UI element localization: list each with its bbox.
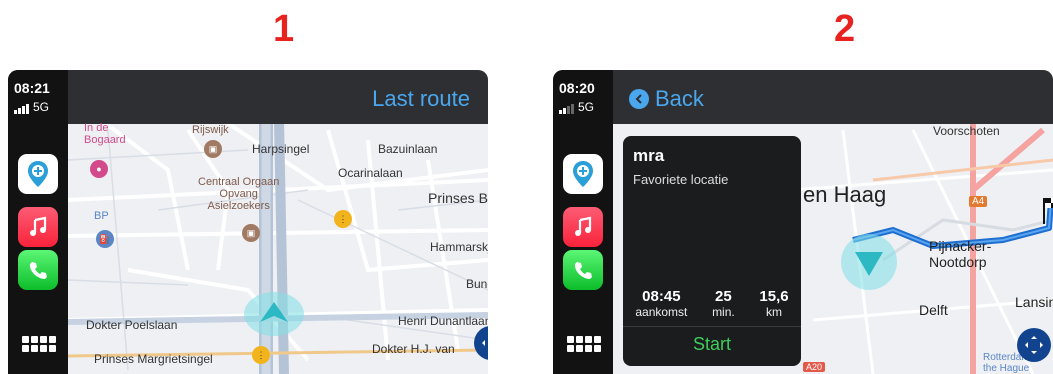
last-route-button[interactable]: Last route bbox=[372, 86, 470, 112]
phone-app-button[interactable] bbox=[563, 250, 603, 290]
map-pin-icon bbox=[28, 161, 48, 187]
map-label: BP bbox=[94, 210, 109, 222]
map-view[interactable]: Voorschoten en Haag A4 Pijnacker- Nootdo… bbox=[613, 70, 1053, 374]
destination-card: mra Favoriete locatie 08:45 aankomst 25 … bbox=[623, 136, 801, 366]
music-app-button[interactable] bbox=[563, 207, 603, 247]
map-label: en Haag bbox=[803, 182, 887, 207]
status-time: 08:20 bbox=[559, 80, 595, 96]
chevron-left-icon bbox=[629, 89, 649, 109]
duration-stat: 25 min. bbox=[712, 288, 735, 319]
stat-value: 08:45 bbox=[642, 288, 681, 305]
card-divider bbox=[623, 326, 801, 327]
status-signal: 5G bbox=[559, 100, 594, 114]
map-label: Centraal Orgaan Opvang Asielzoekers bbox=[198, 176, 280, 212]
map-label: Prinses Be bbox=[428, 190, 488, 206]
stat-unit: km bbox=[766, 305, 783, 319]
panel-number-2: 2 bbox=[834, 8, 856, 50]
music-note-icon bbox=[30, 216, 47, 236]
map-pin-icon bbox=[573, 161, 593, 187]
network-type: 5G bbox=[33, 100, 50, 114]
maps-app-button[interactable] bbox=[18, 154, 58, 194]
distance-stat: 15,6 km bbox=[759, 288, 788, 319]
signal-bars-icon bbox=[559, 104, 574, 114]
stat-value: 15,6 bbox=[759, 288, 789, 305]
back-button[interactable]: Back bbox=[629, 86, 704, 112]
app-grid-button[interactable] bbox=[22, 336, 56, 352]
map-label: Delft bbox=[919, 302, 948, 318]
map-label: Ocarinalaan bbox=[338, 166, 403, 180]
shop-poi-icon[interactable]: ● bbox=[90, 160, 108, 178]
phone-icon bbox=[574, 262, 592, 279]
signal-bars-icon bbox=[14, 104, 29, 114]
destination-name: mra bbox=[633, 146, 665, 165]
network-type: 5G bbox=[578, 100, 595, 114]
stat-unit: min. bbox=[712, 305, 735, 319]
phone-icon bbox=[29, 262, 47, 279]
trip-stats: 08:45 aankomst 25 min. 15,6 km bbox=[623, 288, 801, 319]
panel-number-1: 1 bbox=[273, 8, 295, 50]
music-app-button[interactable] bbox=[18, 207, 58, 247]
destination-subtitle: Favoriete locatie bbox=[633, 172, 729, 187]
stat-unit: aankomst bbox=[635, 305, 688, 319]
map-label: Prinses Margrietsingel bbox=[94, 352, 213, 366]
highway-badge: A4 bbox=[969, 196, 988, 207]
top-bar: Back bbox=[613, 70, 1053, 124]
map-label: Henri Dunantlaan bbox=[398, 314, 488, 328]
building-poi-icon[interactable]: ▣ bbox=[204, 140, 222, 158]
map-label: Voorschoten bbox=[933, 124, 1000, 138]
map-label: Bazuinlaan bbox=[378, 142, 438, 156]
building-poi-icon[interactable]: ▣ bbox=[242, 224, 260, 242]
highway-badge: A20 bbox=[803, 362, 826, 372]
map-label: Bunches bbox=[466, 277, 488, 291]
map-label: Dokter Poelslaan bbox=[86, 318, 178, 332]
move-arrows-icon bbox=[1025, 336, 1043, 354]
current-position-icon bbox=[841, 234, 897, 290]
map-label: Rijswijk bbox=[192, 124, 229, 136]
top-bar: Last route bbox=[68, 70, 488, 124]
status-time: 08:21 bbox=[14, 80, 50, 96]
map-view[interactable]: Last route In de Bogaard Rijswijk Harpsi… bbox=[68, 70, 488, 374]
back-label: Back bbox=[655, 86, 704, 111]
carplay-screen-1: 08:21 5G Last route In de Bogaard Rijswi… bbox=[8, 70, 488, 374]
music-note-icon bbox=[575, 216, 592, 236]
phone-app-button[interactable] bbox=[18, 250, 58, 290]
map-label: Hammarskjöld bbox=[430, 240, 488, 254]
map-label: Harpsingel bbox=[252, 142, 310, 156]
destination-flag-icon bbox=[1043, 198, 1053, 224]
fuel-station-icon[interactable]: ⛽ bbox=[96, 230, 114, 248]
traffic-light-icon[interactable]: ⋮ bbox=[252, 346, 270, 364]
carplay-sidebar: 08:21 5G bbox=[8, 70, 68, 374]
map-label: Dokter H.J. van bbox=[372, 342, 455, 356]
start-button[interactable]: Start bbox=[623, 334, 801, 355]
recenter-button[interactable] bbox=[1017, 328, 1051, 362]
current-position-icon bbox=[244, 292, 304, 336]
map-label: Lansinge bbox=[1015, 294, 1053, 310]
traffic-light-icon[interactable]: ⋮ bbox=[334, 210, 352, 228]
app-grid-button[interactable] bbox=[567, 336, 601, 352]
map-label: Pijnacker- Nootdorp bbox=[929, 238, 992, 270]
move-arrows-icon bbox=[482, 337, 488, 349]
arrival-stat: 08:45 aankomst bbox=[635, 288, 687, 319]
stat-value: 25 bbox=[715, 288, 732, 305]
map-label: In de Bogaard bbox=[84, 122, 126, 146]
carplay-sidebar: 08:20 5G bbox=[553, 70, 613, 374]
maps-app-button[interactable] bbox=[563, 154, 603, 194]
carplay-screen-2: 08:20 5G Voorschoten en Haag A4 Pijnacke… bbox=[553, 70, 1053, 374]
status-signal: 5G bbox=[14, 100, 49, 114]
